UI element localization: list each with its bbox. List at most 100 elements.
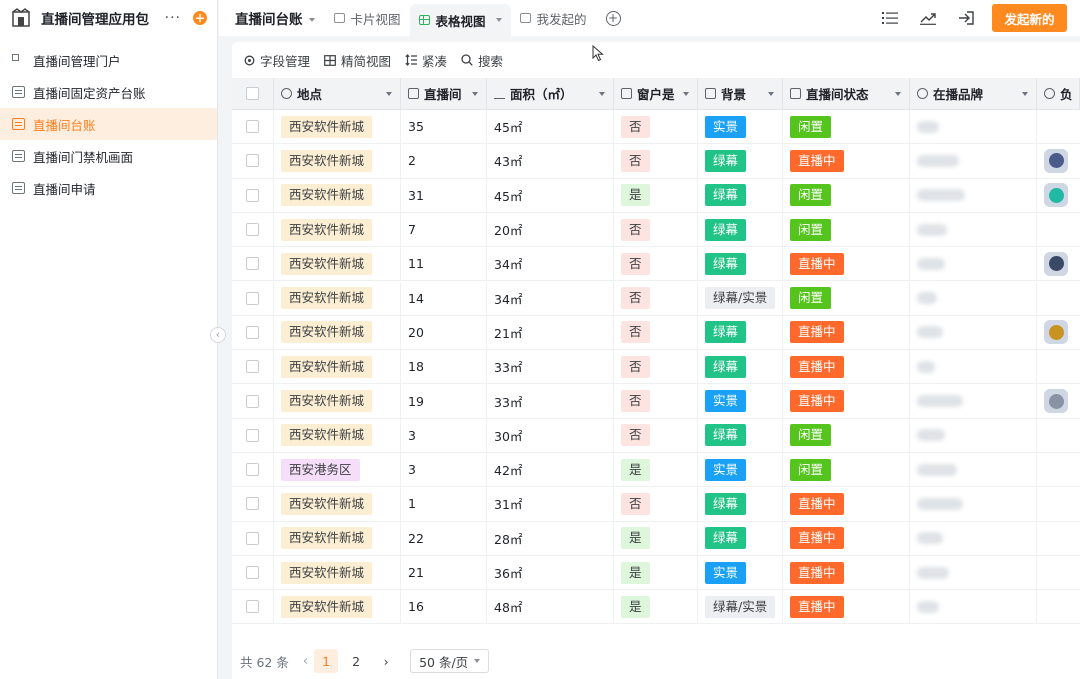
table-row[interactable]: 西安软件新城 2 43㎡ 否 绿幕 直播中 bbox=[232, 144, 1080, 179]
table-row[interactable]: 西安软件新城 20 21㎡ 否 绿幕 直播中 bbox=[232, 315, 1080, 351]
table-row[interactable]: 西安软件新城 19 33㎡ 否 实景 直播中 bbox=[232, 384, 1080, 419]
column-header-background[interactable]: 背景 bbox=[698, 78, 783, 109]
background-cell[interactable]: 绿幕/实景 bbox=[698, 281, 783, 315]
brand-cell[interactable] bbox=[910, 110, 1037, 144]
status-cell[interactable]: 闲置 bbox=[783, 418, 910, 452]
area-cell[interactable]: 43㎡ bbox=[487, 144, 614, 178]
tab-card-view[interactable]: 卡片视图 bbox=[325, 0, 410, 36]
window-cell[interactable]: 否 bbox=[614, 350, 698, 384]
background-cell[interactable]: 实景 bbox=[698, 453, 783, 487]
area-cell[interactable]: 30㎡ bbox=[487, 418, 614, 452]
table-row[interactable]: 西安软件新城 1 31㎡ 否 绿幕 直播中 bbox=[232, 487, 1080, 522]
window-cell[interactable]: 否 bbox=[614, 281, 698, 315]
background-cell[interactable]: 实景 bbox=[698, 555, 783, 590]
window-cell[interactable]: 是 bbox=[614, 590, 698, 624]
new-request-button[interactable]: 发起新的 bbox=[992, 4, 1067, 32]
sidebar-item-asset-ledger[interactable]: 直播间固定资产台账 bbox=[0, 76, 217, 108]
table-row[interactable]: 西安软件新城 16 48㎡ 是 绿幕/实景 直播中 bbox=[232, 590, 1080, 625]
owner-cell[interactable] bbox=[1037, 350, 1080, 383]
search-button[interactable]: 搜索 bbox=[461, 51, 503, 70]
owner-cell[interactable] bbox=[1037, 522, 1080, 555]
more-icon[interactable]: ··· bbox=[165, 10, 181, 26]
location-cell[interactable]: 西安软件新城 bbox=[274, 384, 401, 418]
status-cell[interactable]: 直播中 bbox=[783, 144, 910, 178]
location-cell[interactable]: 西安软件新城 bbox=[274, 247, 401, 281]
area-cell[interactable]: 48㎡ bbox=[487, 590, 614, 624]
window-cell[interactable]: 是 bbox=[614, 521, 698, 555]
location-cell[interactable]: 西安软件新城 bbox=[274, 315, 401, 350]
avatar[interactable] bbox=[1044, 148, 1068, 173]
owner-cell[interactable] bbox=[1037, 213, 1080, 246]
location-cell[interactable]: 西安软件新城 bbox=[274, 555, 401, 590]
owner-cell[interactable] bbox=[1037, 590, 1080, 623]
avatar[interactable] bbox=[1044, 320, 1068, 345]
location-cell[interactable]: 西安软件新城 bbox=[274, 281, 401, 315]
area-cell[interactable]: 34㎡ bbox=[487, 247, 614, 281]
status-cell[interactable]: 直播中 bbox=[783, 590, 910, 624]
table-row[interactable]: 西安软件新城 22 28㎡ 是 绿幕 直播中 bbox=[232, 521, 1080, 556]
row-checkbox[interactable] bbox=[246, 154, 259, 168]
owner-cell[interactable] bbox=[1037, 247, 1080, 280]
brand-cell[interactable] bbox=[910, 350, 1037, 384]
tab-table-view[interactable]: 表格视图 bbox=[409, 4, 511, 36]
window-cell[interactable]: 否 bbox=[614, 212, 698, 247]
add-icon[interactable]: + bbox=[193, 11, 207, 25]
location-cell[interactable]: 西安港务区 bbox=[274, 453, 401, 487]
brand-cell[interactable] bbox=[910, 384, 1037, 418]
tab-my-initiated[interactable]: 我发起的 bbox=[511, 0, 596, 36]
room-number-cell[interactable]: 3 bbox=[401, 453, 487, 487]
room-number-cell[interactable]: 35 bbox=[401, 110, 487, 144]
background-cell[interactable]: 绿幕 bbox=[698, 315, 783, 350]
room-number-cell[interactable]: 31 bbox=[401, 178, 487, 212]
window-cell[interactable]: 否 bbox=[614, 418, 698, 452]
chevron-down-icon[interactable] bbox=[495, 18, 502, 22]
background-cell[interactable]: 绿幕 bbox=[698, 144, 783, 178]
background-cell[interactable]: 绿幕 bbox=[698, 178, 783, 212]
room-number-cell[interactable]: 1 bbox=[401, 487, 487, 521]
owner-cell[interactable] bbox=[1037, 110, 1080, 143]
window-cell[interactable]: 否 bbox=[614, 247, 698, 281]
room-number-cell[interactable]: 22 bbox=[401, 521, 487, 555]
area-cell[interactable]: 33㎡ bbox=[487, 350, 614, 384]
row-checkbox[interactable] bbox=[246, 257, 259, 271]
brand-cell[interactable] bbox=[910, 144, 1037, 178]
table-row[interactable]: 西安软件新城 21 36㎡ 是 实景 直播中 bbox=[232, 555, 1080, 591]
page-title[interactable]: 直播间台账 bbox=[235, 8, 315, 28]
room-number-cell[interactable]: 19 bbox=[401, 384, 487, 418]
column-header-owner[interactable]: 负 bbox=[1037, 78, 1080, 109]
location-cell[interactable]: 西安软件新城 bbox=[274, 178, 401, 212]
row-checkbox[interactable] bbox=[246, 463, 259, 477]
room-number-cell[interactable]: 7 bbox=[401, 212, 487, 247]
area-cell[interactable]: 20㎡ bbox=[487, 212, 614, 247]
status-cell[interactable]: 直播中 bbox=[783, 247, 910, 281]
status-cell[interactable]: 闲置 bbox=[783, 110, 910, 144]
area-cell[interactable]: 42㎡ bbox=[487, 453, 614, 487]
status-cell[interactable]: 直播中 bbox=[783, 555, 910, 590]
background-cell[interactable]: 实景 bbox=[698, 110, 783, 144]
next-page-button[interactable]: › bbox=[374, 649, 398, 673]
row-checkbox[interactable] bbox=[246, 394, 259, 408]
status-cell[interactable]: 闲置 bbox=[783, 281, 910, 315]
row-checkbox[interactable] bbox=[246, 120, 259, 134]
brand-cell[interactable] bbox=[910, 247, 1037, 281]
owner-cell[interactable] bbox=[1037, 316, 1080, 349]
owner-cell[interactable] bbox=[1037, 282, 1080, 315]
page-1-button[interactable]: 1 bbox=[314, 649, 339, 673]
table-row[interactable]: 西安软件新城 7 20㎡ 否 绿幕 闲置 bbox=[232, 212, 1080, 248]
avatar[interactable] bbox=[1044, 251, 1068, 276]
simple-view-button[interactable]: 精简视图 bbox=[324, 51, 391, 70]
table-row[interactable]: 西安软件新城 31 45㎡ 是 绿幕 闲置 bbox=[232, 178, 1080, 213]
background-cell[interactable]: 绿幕/实景 bbox=[698, 590, 783, 624]
background-cell[interactable]: 绿幕 bbox=[698, 418, 783, 452]
page-2-button[interactable]: 2 bbox=[344, 649, 368, 673]
list-icon[interactable] bbox=[882, 11, 898, 25]
sidebar-item-room-ledger[interactable]: 直播间台账 bbox=[0, 108, 217, 140]
area-cell[interactable]: 45㎡ bbox=[487, 178, 614, 212]
table-row[interactable]: 西安港务区 3 42㎡ 是 实景 闲置 bbox=[232, 453, 1080, 488]
location-cell[interactable]: 西安软件新城 bbox=[274, 212, 401, 247]
brand-cell[interactable] bbox=[910, 212, 1037, 247]
window-cell[interactable]: 否 bbox=[614, 384, 698, 418]
room-number-cell[interactable]: 3 bbox=[401, 418, 487, 452]
brand-cell[interactable] bbox=[910, 281, 1037, 315]
row-checkbox[interactable] bbox=[246, 291, 259, 305]
